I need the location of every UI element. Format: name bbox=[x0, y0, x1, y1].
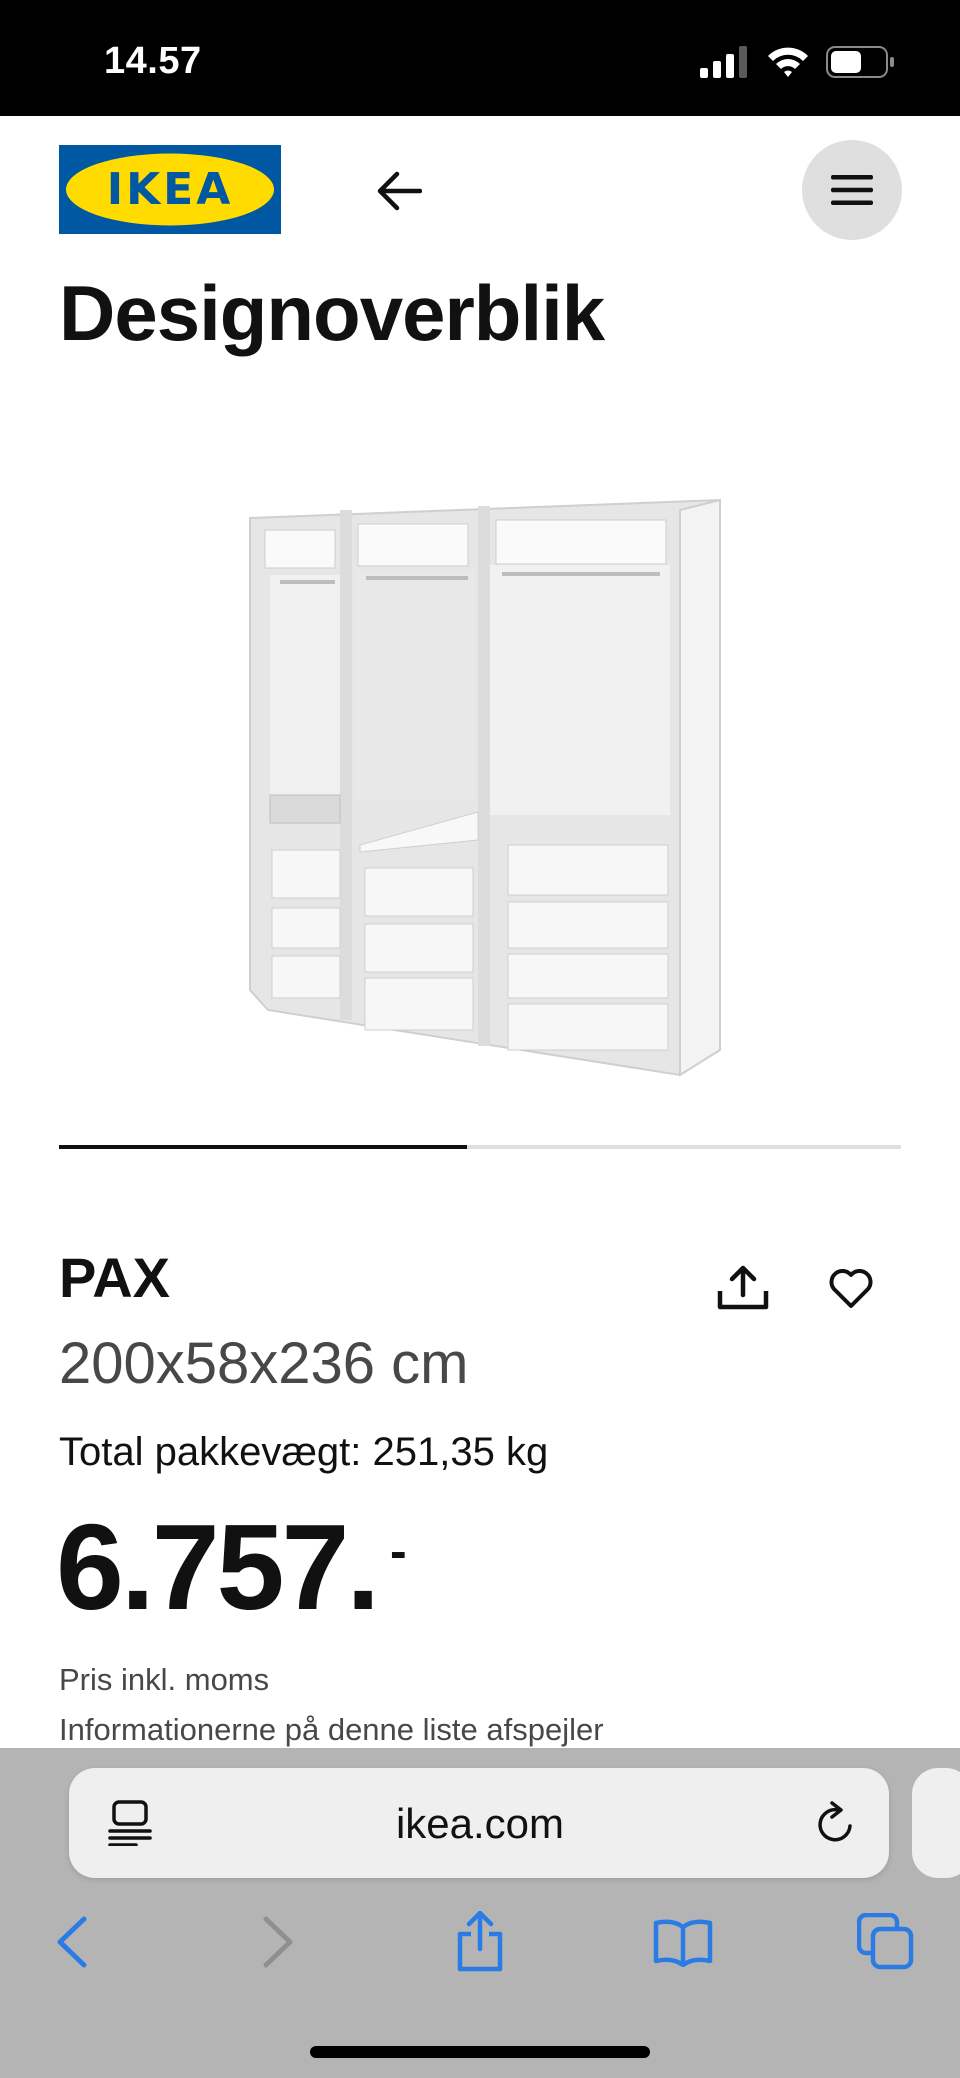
arrow-left-icon bbox=[377, 171, 422, 211]
package-weight: Total pakkevægt: 251,35 kg bbox=[59, 1430, 549, 1474]
reload-icon[interactable] bbox=[814, 1800, 858, 1846]
product-dimensions: 200x58x236 cm bbox=[59, 1331, 469, 1396]
product-image[interactable] bbox=[240, 490, 730, 1090]
share-icon bbox=[717, 1265, 769, 1310]
product-name: PAX bbox=[59, 1246, 170, 1309]
bookmarks-icon bbox=[653, 1919, 713, 1967]
browser-share-button[interactable] bbox=[450, 1911, 510, 1972]
carousel-progress-fill bbox=[59, 1145, 468, 1149]
menu-button[interactable] bbox=[802, 140, 902, 240]
status-bar: 14.57 bbox=[0, 0, 960, 116]
page-title: Designoverblik bbox=[59, 269, 605, 357]
home-indicator[interactable] bbox=[310, 2046, 650, 2058]
ikea-logo[interactable]: IKEA bbox=[59, 145, 281, 234]
forward-icon bbox=[263, 1916, 293, 1968]
browser-tabs-button[interactable] bbox=[856, 1912, 916, 1972]
cellular-signal-icon bbox=[700, 46, 747, 78]
carousel-progress[interactable] bbox=[59, 1145, 901, 1149]
browser-bookmarks-button[interactable] bbox=[653, 1912, 713, 1972]
back-button[interactable] bbox=[368, 160, 430, 222]
share-icon bbox=[457, 1911, 503, 1972]
battery-icon bbox=[826, 46, 894, 78]
share-product-button[interactable] bbox=[710, 1255, 776, 1321]
price-note: Pris inkl. moms bbox=[59, 1662, 270, 1697]
heart-icon bbox=[829, 1269, 873, 1308]
favorite-button[interactable] bbox=[818, 1255, 884, 1321]
browser-back-button[interactable] bbox=[42, 1912, 102, 1972]
tabs-icon bbox=[857, 1913, 914, 1970]
info-note: Informationerne på denne liste afspejler bbox=[59, 1712, 604, 1747]
logo-text: IKEA bbox=[106, 164, 234, 215]
wifi-icon bbox=[768, 47, 808, 77]
price-suffix: - bbox=[390, 1523, 407, 1579]
hamburger-icon bbox=[831, 175, 873, 205]
product-price: 6.757. bbox=[56, 1499, 380, 1635]
status-time: 14.57 bbox=[104, 40, 202, 82]
browser-forward-button[interactable] bbox=[248, 1912, 308, 1972]
back-icon bbox=[57, 1916, 87, 1968]
